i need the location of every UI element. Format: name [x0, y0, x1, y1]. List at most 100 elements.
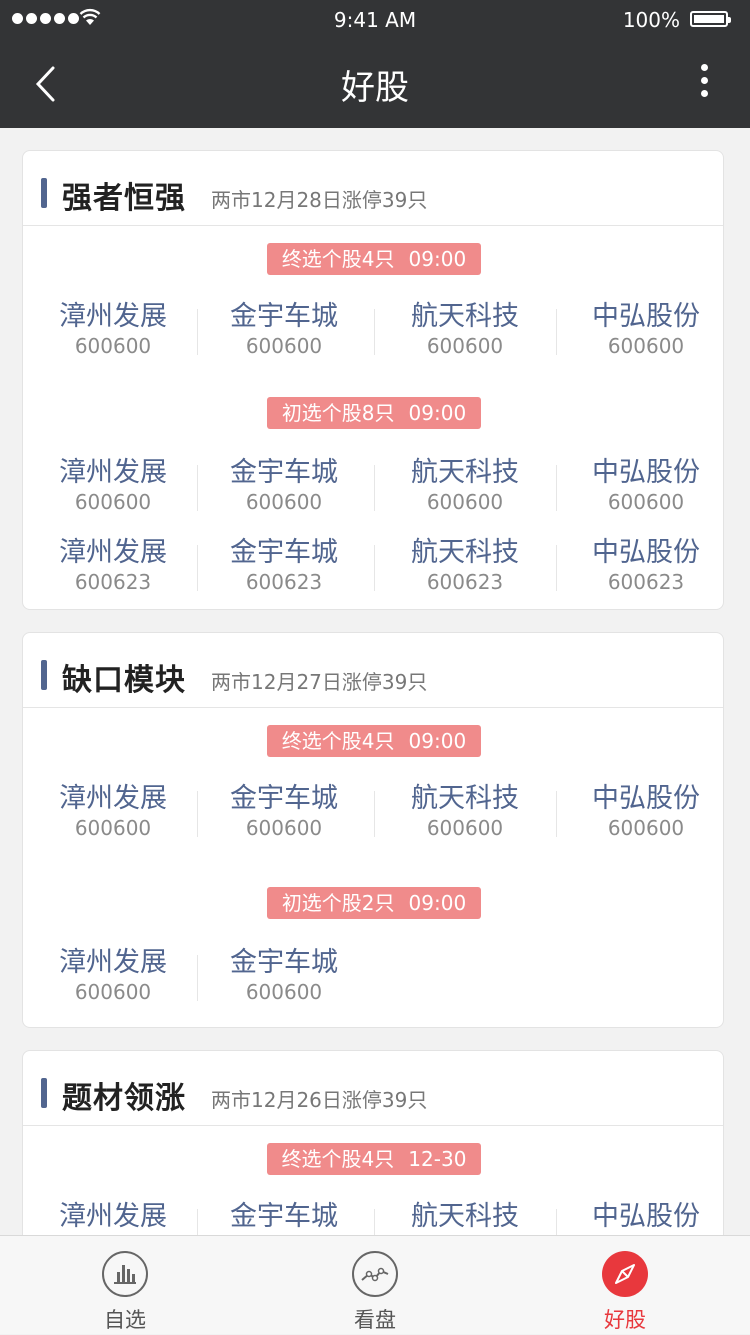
stock-cell[interactable]: 漳州发展 600600	[25, 783, 201, 843]
stock-row: 漳州发展 600600 金宇车城 600600	[23, 947, 725, 1007]
status-bar: 9:41 AM 100%	[0, 0, 750, 40]
cell-divider	[374, 465, 375, 511]
stock-row: 漳州发展 600600 金宇车城 600600 航天科技 600600 中弘股份 600…	[23, 457, 725, 517]
tag-time: 12-30	[408, 1147, 467, 1171]
stock-cell[interactable]: 航天科技 600600	[377, 301, 553, 361]
stock-name: 金宇车城	[230, 537, 338, 568]
stock-cell[interactable]: 金宇车城 600623	[196, 537, 372, 597]
stock-name: 中弘股份	[592, 537, 700, 568]
selection-tag: 终选个股4只 12-30	[267, 1143, 481, 1175]
stock-name: 中弘股份	[592, 1201, 700, 1232]
stock-cell[interactable]: 航天科技 600600	[377, 783, 553, 843]
card-subtitle: 两市12月27日涨停39只	[211, 670, 428, 694]
selection-tag: 终选个股4只 09:00	[267, 725, 481, 757]
stock-name: 航天科技	[411, 1201, 519, 1232]
stock-cell[interactable]: 金宇车城	[196, 1201, 372, 1235]
stock-code: 600623	[607, 570, 685, 594]
stock-cell[interactable]: 航天科技	[377, 1201, 553, 1235]
selection-tag: 终选个股4只 09:00	[267, 243, 481, 275]
stock-cell[interactable]: 航天科技 600600	[377, 457, 553, 517]
cell-divider	[374, 309, 375, 355]
stock-cell[interactable]: 中弘股份 600600	[558, 783, 734, 843]
stock-code: 600600	[607, 334, 685, 358]
page-title: 好股	[341, 68, 409, 108]
stock-row: 漳州发展 600600 金宇车城 600600 航天科技 600600 中弘股份 600…	[23, 783, 725, 843]
stock-code: 600600	[74, 980, 152, 1004]
stock-name: 金宇车城	[230, 1201, 338, 1232]
stock-code: 600600	[245, 980, 323, 1004]
stock-code: 600600	[245, 490, 323, 514]
stock-code: 600600	[426, 334, 504, 358]
stock-name: 漳州发展	[59, 1201, 167, 1232]
cell-divider	[556, 545, 557, 591]
stock-cell[interactable]: 金宇车城 600600	[196, 947, 372, 1007]
stock-cell[interactable]: 中弘股份 600600	[558, 457, 734, 517]
cell-divider	[374, 791, 375, 837]
more-icon[interactable]	[694, 64, 714, 104]
stock-code: 600600	[74, 490, 152, 514]
card-title: 强者恒强	[62, 181, 186, 216]
stock-name: 中弘股份	[592, 457, 700, 488]
card-header: 强者恒强 两市12月28日涨停39只	[23, 151, 723, 226]
tab-bar: 自选 看盘 好股	[0, 1235, 750, 1334]
stock-cell[interactable]: 漳州发展	[25, 1201, 201, 1235]
card-header: 题材领涨 两市12月26日涨停39只	[23, 1051, 723, 1126]
card-gap: 缺口模块 两市12月27日涨停39只 终选个股4只 09:00 漳州发展 6006…	[22, 632, 724, 1028]
title-accent-bar	[41, 660, 47, 690]
stock-cell[interactable]: 中弘股份 600600	[558, 301, 734, 361]
bar-chart-icon	[102, 1251, 148, 1297]
stock-code: 600600	[426, 816, 504, 840]
stock-name: 金宇车城	[230, 457, 338, 488]
stock-name: 漳州发展	[59, 947, 167, 978]
cell-divider	[374, 1209, 375, 1235]
stock-code: 600600	[607, 490, 685, 514]
stock-cell[interactable]: 漳州发展 600623	[25, 537, 201, 597]
tab-label: 自选	[104, 1308, 146, 1332]
stock-name: 金宇车城	[230, 947, 338, 978]
stock-cell[interactable]: 金宇车城 600600	[196, 783, 372, 843]
card-title: 题材领涨	[62, 1081, 186, 1116]
stock-cell[interactable]: 中弘股份 600623	[558, 537, 734, 597]
stock-name: 中弘股份	[592, 783, 700, 814]
stock-cell[interactable]: 漳州发展 600600	[25, 947, 201, 1007]
stock-cell[interactable]: 航天科技 600623	[377, 537, 553, 597]
selection-tag: 初选个股2只 09:00	[267, 887, 481, 919]
title-accent-bar	[41, 1078, 47, 1108]
card-subtitle: 两市12月26日涨停39只	[211, 1088, 428, 1112]
stock-code: 600600	[245, 334, 323, 358]
tab-good-stocks[interactable]: 好股	[500, 1236, 750, 1335]
stock-cell[interactable]: 中弘股份	[558, 1201, 734, 1235]
battery-percent: 100%	[622, 8, 680, 32]
cell-divider	[556, 791, 557, 837]
tag-time: 09:00	[408, 247, 467, 271]
cell-divider	[374, 545, 375, 591]
line-chart-icon	[352, 1251, 398, 1297]
tag-label: 终选个股4只	[281, 1147, 395, 1171]
stock-name: 漳州发展	[59, 783, 167, 814]
stock-code: 600600	[74, 816, 152, 840]
stock-name: 漳州发展	[59, 457, 167, 488]
tag-label: 终选个股4只	[281, 729, 395, 753]
tab-market[interactable]: 看盘	[250, 1236, 500, 1335]
cell-divider	[556, 309, 557, 355]
stock-cell[interactable]: 金宇车城 600600	[196, 457, 372, 517]
stock-name: 中弘股份	[592, 301, 700, 332]
stock-code: 600600	[426, 490, 504, 514]
stock-row: 漳州发展 金宇车城 航天科技 中弘股份	[23, 1201, 725, 1235]
card-title: 缺口模块	[62, 663, 186, 698]
stock-cell[interactable]: 漳州发展 600600	[25, 457, 201, 517]
cell-divider	[556, 1209, 557, 1235]
tag-label: 终选个股4只	[281, 247, 395, 271]
tab-label: 看盘	[354, 1308, 396, 1332]
stock-cell[interactable]: 金宇车城 600600	[196, 301, 372, 361]
stock-cell[interactable]: 漳州发展 600600	[25, 301, 201, 361]
battery-icon	[690, 11, 731, 27]
tab-watchlist[interactable]: 自选	[0, 1236, 250, 1335]
stock-name: 航天科技	[411, 537, 519, 568]
stock-name: 航天科技	[411, 301, 519, 332]
stock-name: 航天科技	[411, 783, 519, 814]
content-list[interactable]: 强者恒强 两市12月28日涨停39只 终选个股4只 09:00 漳州发展 6006…	[0, 128, 750, 1235]
tag-time: 09:00	[408, 401, 467, 425]
stock-code: 600623	[245, 570, 323, 594]
stock-name: 航天科技	[411, 457, 519, 488]
